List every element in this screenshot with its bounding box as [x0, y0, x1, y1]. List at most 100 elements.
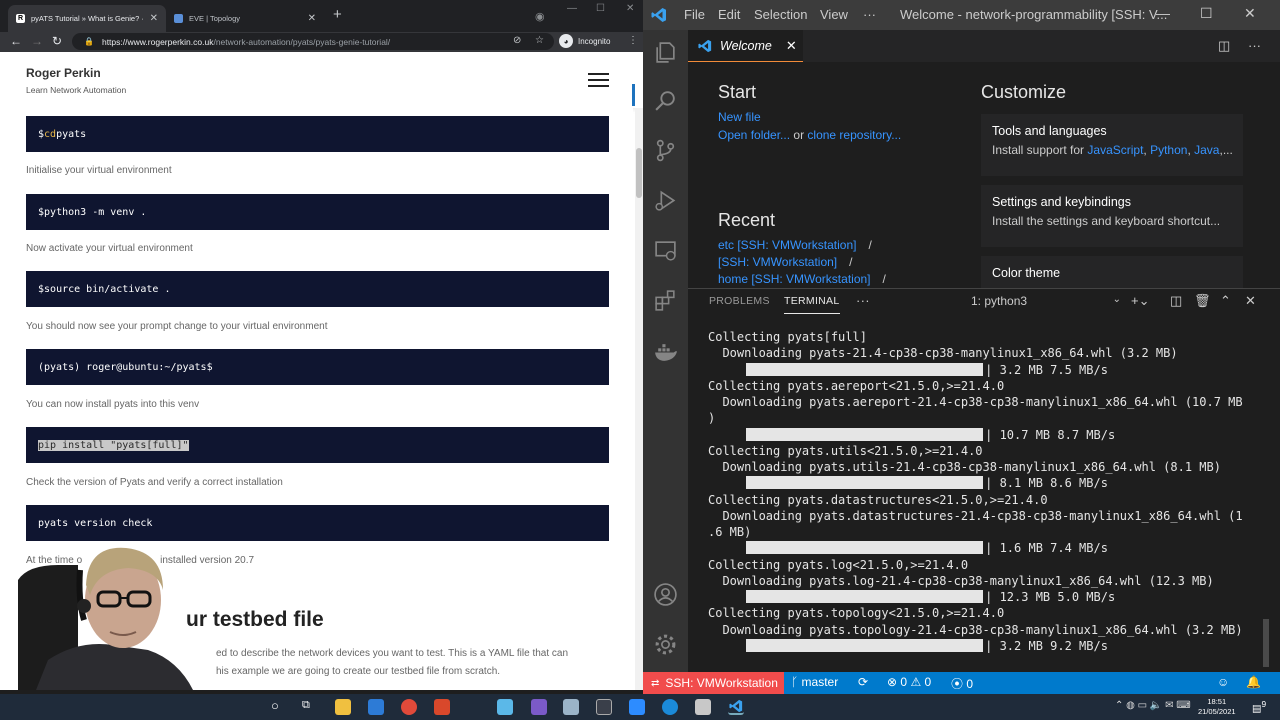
manage-gear-icon[interactable]	[653, 632, 678, 657]
minimize-icon[interactable]: —	[567, 3, 577, 14]
new-file-link[interactable]: New file	[718, 110, 761, 124]
explorer-icon[interactable]	[653, 40, 678, 65]
close-tab-icon[interactable]: ✕	[308, 13, 316, 24]
search-icon[interactable]	[653, 88, 678, 113]
code-block-selected[interactable]: pip install "pyats[full]"	[26, 427, 609, 463]
site-title[interactable]: Roger Perkin	[26, 66, 101, 80]
address-bar[interactable]: 🔒 https://www.rogerperkin.co.uk/network-…	[72, 33, 554, 50]
new-tab-icon[interactable]: +	[333, 6, 342, 23]
app-red-icon[interactable]	[434, 699, 450, 715]
file-explorer-icon[interactable]	[335, 699, 351, 715]
system-tray[interactable]: ⌃ ◍ ▭ 🔈 ✉ ⌨	[1115, 700, 1191, 711]
teams-icon[interactable]	[531, 699, 547, 715]
tab-search-icon[interactable]: ◉	[535, 10, 545, 23]
browser-tab-pyats[interactable]: R pyATS Tutorial » What is Genie? · ✕	[8, 5, 166, 32]
chrome-icon[interactable]	[401, 699, 417, 715]
menu-edit[interactable]: Edit	[718, 7, 740, 22]
scrollbar-thumb[interactable]	[636, 148, 642, 198]
trash-icon[interactable]: 🗑	[1194, 293, 1211, 309]
close-tab-icon[interactable]: ✕	[786, 38, 797, 54]
app-grey-icon[interactable]	[563, 699, 579, 715]
recent-link[interactable]: home [SSH: VMWorkstation]	[718, 272, 871, 286]
python-link[interactable]: Python	[1150, 143, 1187, 157]
new-terminal-icon[interactable]: +⌄	[1131, 293, 1149, 309]
ports-item[interactable]: ⦿ 0	[951, 675, 973, 692]
problems-item[interactable]: ⊗ 0 ⚠ 0	[887, 675, 931, 689]
rp-favicon-icon: R	[16, 14, 25, 23]
back-arrow-icon[interactable]: ←	[10, 34, 22, 48]
zoom-icon[interactable]	[629, 699, 645, 715]
terminal-select[interactable]: 1: python3 ⌄	[971, 294, 1121, 308]
maximize-panel-icon[interactable]: ⌃	[1220, 293, 1231, 309]
customize-card-tools[interactable]: Tools and languages Install support for …	[981, 114, 1243, 176]
windows-taskbar: ○ ⧉ ⌃ ◍ ▭ 🔈 ✉ ⌨ 18:51 21/05/2021 ▤9	[0, 694, 1280, 720]
close-panel-icon[interactable]: ✕	[1245, 293, 1256, 309]
customize-heading: Customize	[981, 82, 1067, 102]
clock[interactable]: 18:51 21/05/2021	[1198, 697, 1236, 717]
more-menu-icon[interactable]: ⋮	[628, 35, 638, 46]
tab-welcome[interactable]: Welcome ✕	[688, 30, 803, 62]
browser-tabstrip: R pyATS Tutorial » What is Genie? · ✕ EV…	[0, 0, 643, 32]
open-folder-link[interactable]: Open folder...	[718, 128, 790, 142]
remote-indicator[interactable]: ⇄ SSH: VMWorkstation	[643, 672, 784, 694]
app-white-icon[interactable]	[695, 699, 711, 715]
minimize-icon[interactable]: —	[1156, 5, 1170, 21]
close-tab-icon[interactable]: ✕	[150, 13, 158, 24]
accounts-icon[interactable]	[653, 582, 678, 607]
browser-tab-eve[interactable]: EVE | Topology ✕	[166, 5, 324, 32]
recent-link[interactable]: etc [SSH: VMWorkstation]	[718, 238, 857, 252]
menu-selection[interactable]: Selection	[754, 7, 807, 22]
docker-icon[interactable]	[653, 340, 678, 365]
menu-view[interactable]: View	[820, 7, 848, 22]
hamburger-menu-icon[interactable]	[588, 73, 609, 91]
split-terminal-icon[interactable]: ◫	[1170, 293, 1182, 309]
customize-card-color-theme[interactable]: Color theme	[981, 256, 1243, 288]
branch-item[interactable]: ᚴ master	[791, 675, 838, 689]
edge-icon[interactable]	[662, 699, 678, 715]
paragraph: his example we are going to create our t…	[216, 666, 501, 677]
app-dark-icon[interactable]	[596, 699, 612, 715]
close-window-icon[interactable]: ✕	[1244, 5, 1256, 22]
progress-bar	[746, 476, 984, 490]
maximize-icon[interactable]: ☐	[596, 3, 605, 14]
feedback-icon[interactable]: ☺	[1217, 675, 1229, 689]
tab-terminal[interactable]: TERMINAL	[784, 295, 840, 314]
javascript-link[interactable]: JavaScript	[1087, 143, 1143, 157]
action-center-icon[interactable]: ▤9	[1252, 699, 1266, 714]
reload-icon[interactable]: ↻	[52, 34, 62, 48]
search-circle-icon[interactable]: ○	[271, 698, 279, 713]
task-view-icon[interactable]: ⧉	[302, 699, 310, 712]
source-control-icon[interactable]	[653, 138, 678, 163]
incognito-indicator[interactable]: ◕ Incognito	[559, 34, 610, 48]
recent-sep: /	[868, 238, 872, 252]
app-blue-icon[interactable]	[497, 699, 513, 715]
maximize-icon[interactable]: ☐	[1200, 5, 1213, 22]
tab-problems[interactable]: PROBLEMS	[709, 295, 770, 307]
clone-repository-link[interactable]: clone repository...	[807, 128, 901, 142]
menu-file[interactable]: File	[684, 7, 705, 22]
close-window-icon[interactable]: ✕	[626, 3, 634, 14]
terminal-line: Downloading pyats.datastructures-21.4-cp…	[708, 508, 1243, 523]
extensions-icon[interactable]	[653, 288, 678, 313]
sync-icon[interactable]: ⟳	[858, 675, 868, 689]
outlook-icon[interactable]	[368, 699, 384, 715]
tracking-blocked-icon[interactable]: ⊘	[513, 35, 521, 46]
java-link[interactable]: Java	[1194, 143, 1219, 157]
recent-link[interactable]: [SSH: VMWorkstation]	[718, 255, 837, 269]
page-scrollbar[interactable]	[635, 108, 643, 690]
notifications-bell-icon[interactable]: 🔔	[1246, 675, 1261, 689]
terminal-output[interactable]: Collecting pyats[full] Downloading pyats…	[708, 329, 1268, 654]
customize-card-settings[interactable]: Settings and keybindings Install the set…	[981, 185, 1243, 247]
remote-explorer-icon[interactable]	[653, 238, 678, 263]
vscode-taskbar-icon[interactable]	[728, 699, 744, 715]
bookmark-star-icon[interactable]: ☆	[535, 35, 544, 46]
split-editor-icon[interactable]: ◫	[1218, 38, 1230, 54]
more-actions-icon[interactable]: ···	[1248, 38, 1261, 53]
panel-more-icon[interactable]: ···	[856, 293, 870, 308]
menu-more[interactable]: ···	[863, 7, 876, 22]
terminal-scrollbar[interactable]	[1263, 619, 1269, 667]
forward-arrow-icon[interactable]: →	[31, 34, 43, 48]
run-debug-icon[interactable]	[653, 188, 678, 213]
browser-tab-label: pyATS Tutorial » What is Genie? ·	[31, 14, 144, 23]
recent-sep: /	[849, 255, 853, 269]
